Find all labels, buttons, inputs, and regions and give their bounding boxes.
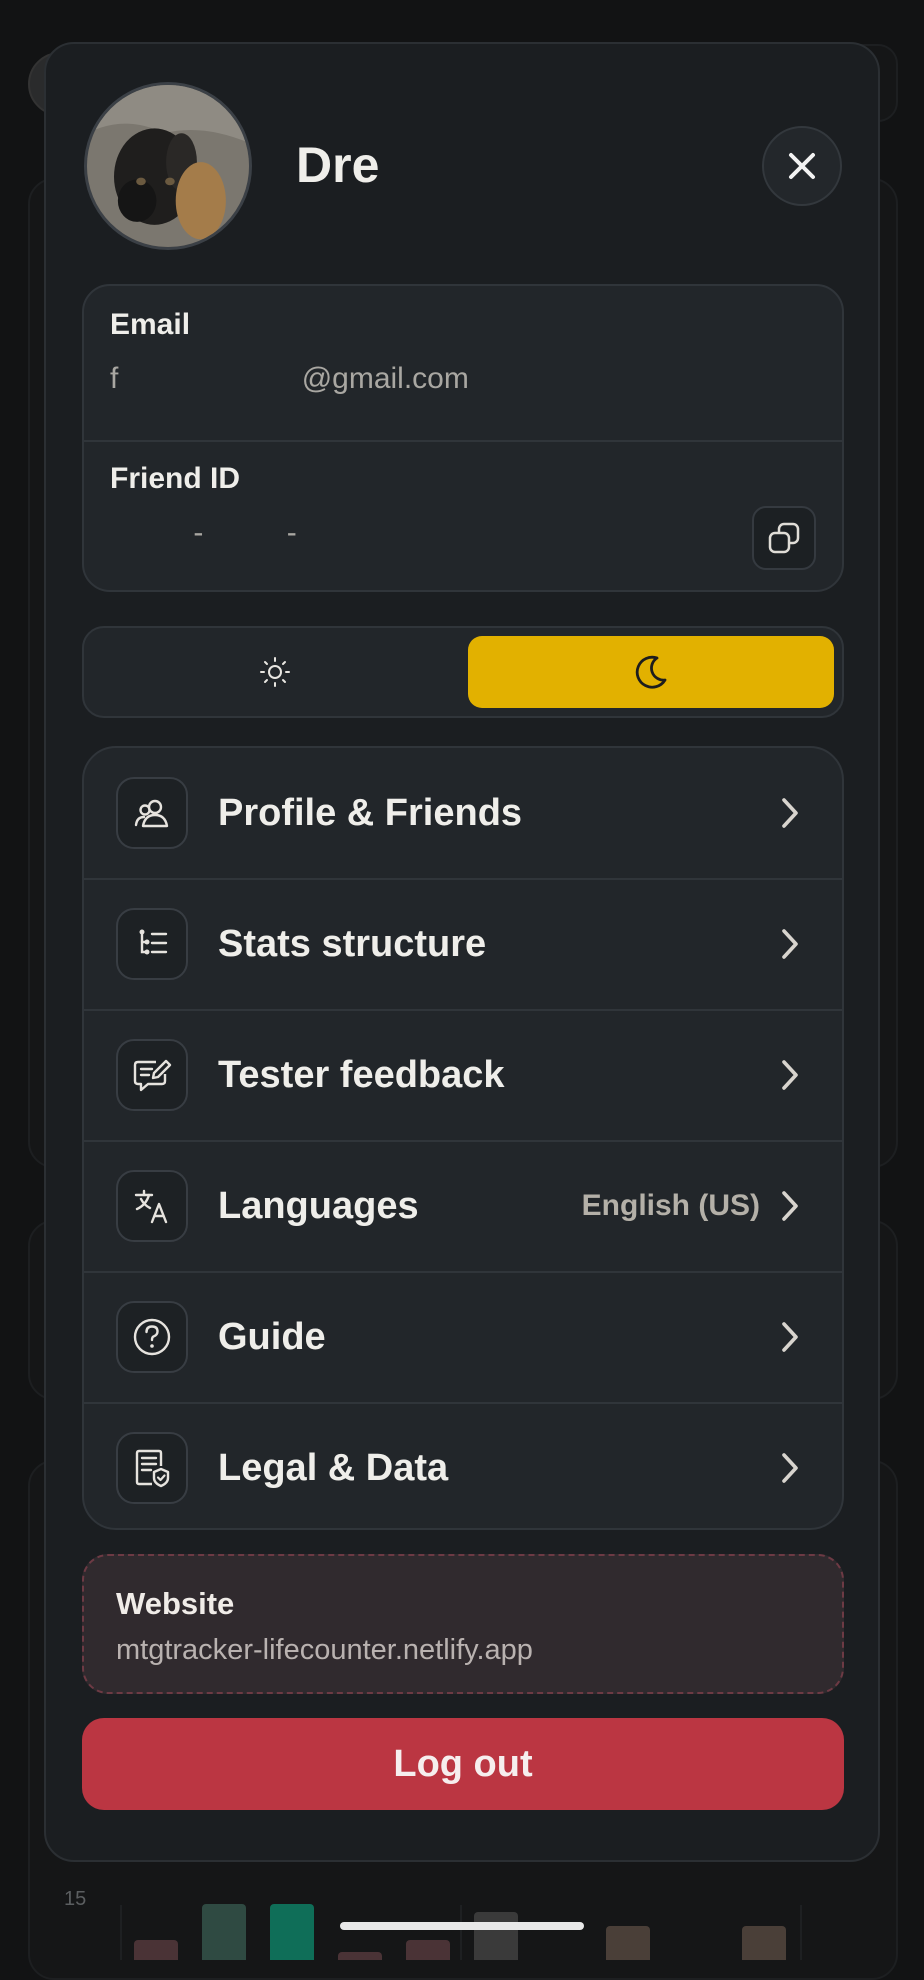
- feedback-pencil-icon: [116, 1039, 188, 1111]
- translate-icon: [116, 1170, 188, 1242]
- avatar-photo-icon: [87, 85, 249, 247]
- menu-item-profile-friends[interactable]: Profile & Friends: [84, 748, 842, 878]
- friend-id-label: Friend ID: [110, 462, 240, 496]
- menu-item-label: Profile & Friends: [218, 792, 522, 835]
- menu-item-label: Legal & Data: [218, 1447, 448, 1490]
- menu-item-label: Tester feedback: [218, 1054, 505, 1097]
- account-info-card: Email f @gmail.com Friend ID - -: [82, 284, 844, 592]
- background-bar: [606, 1926, 650, 1960]
- close-icon: [787, 151, 817, 181]
- background-bar: [134, 1940, 178, 1960]
- legal-document-icon: [116, 1432, 188, 1504]
- home-indicator[interactable]: [340, 1922, 584, 1930]
- close-button[interactable]: [762, 126, 842, 206]
- menu-item-languages[interactable]: Languages English (US): [84, 1141, 842, 1271]
- user-name: Dre: [296, 136, 379, 194]
- email-value: f @gmail.com: [110, 362, 469, 396]
- chevron-right-icon: [778, 1317, 802, 1357]
- background-bar: [270, 1904, 314, 1960]
- menu-item-label: Stats structure: [218, 923, 486, 966]
- background-bar: [742, 1926, 786, 1960]
- menu-item-guide[interactable]: Guide: [84, 1272, 842, 1402]
- chevron-right-icon: [778, 793, 802, 833]
- current-language-value: English (US): [582, 1189, 760, 1223]
- background-gridline: [120, 1905, 122, 1960]
- background-axis-label: 15: [64, 1888, 86, 1911]
- background-gridline: [800, 1905, 802, 1960]
- background-bar: [202, 1904, 246, 1960]
- copy-friend-id-button[interactable]: [752, 506, 816, 570]
- dark-theme-option[interactable]: [468, 636, 834, 708]
- menu-item-tester-feedback[interactable]: Tester feedback: [84, 1010, 842, 1140]
- background-bar: [338, 1952, 382, 1960]
- profile-drawer: Dre Email f @gmail.com Friend ID - -: [44, 42, 880, 1862]
- list-tree-icon: [116, 908, 188, 980]
- menu-item-label: Languages: [218, 1185, 419, 1228]
- copy-icon: [767, 521, 801, 555]
- moon-icon: [631, 652, 671, 692]
- sun-icon: [259, 656, 291, 688]
- chevron-right-icon: [778, 1055, 802, 1095]
- users-icon: [116, 777, 188, 849]
- background-bar: [474, 1912, 518, 1960]
- menu-item-stats-structure[interactable]: Stats structure: [84, 879, 842, 1009]
- menu-item-legal-data[interactable]: Legal & Data: [84, 1403, 842, 1530]
- light-theme-option[interactable]: [92, 636, 458, 708]
- theme-toggle: [82, 626, 844, 718]
- email-label: Email: [110, 308, 190, 342]
- help-circle-icon: [116, 1301, 188, 1373]
- website-label: Website: [116, 1586, 234, 1622]
- settings-menu: Profile & Friends Stats structure: [82, 746, 844, 1530]
- background-gridline: [460, 1905, 462, 1960]
- avatar[interactable]: [84, 82, 252, 250]
- divider: [84, 440, 842, 442]
- friend-id-value: - -: [110, 516, 297, 550]
- chevron-right-icon: [778, 1186, 802, 1226]
- chevron-right-icon: [778, 1448, 802, 1488]
- background-bar: [406, 1940, 450, 1960]
- website-url[interactable]: mtgtracker-lifecounter.netlify.app: [116, 1634, 533, 1667]
- logout-button[interactable]: Log out: [82, 1718, 844, 1810]
- website-link[interactable]: Website mtgtracker-lifecounter.netlify.a…: [82, 1554, 844, 1694]
- menu-item-label: Guide: [218, 1316, 326, 1359]
- chevron-right-icon: [778, 924, 802, 964]
